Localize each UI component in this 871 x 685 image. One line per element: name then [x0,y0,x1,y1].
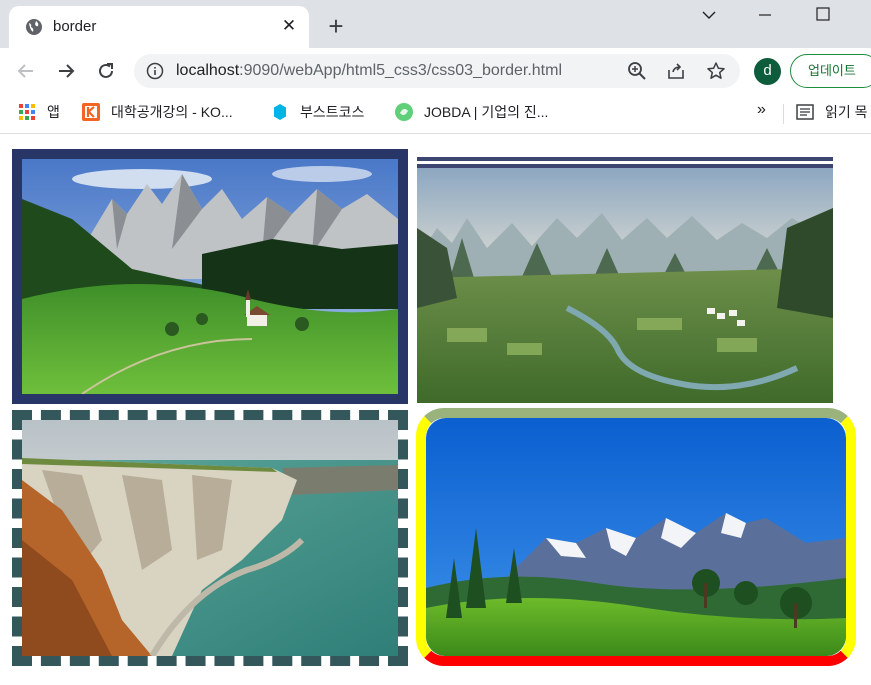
site-info-icon[interactable] [146,62,164,80]
browser-toolbar: localhost:9090/webApp/html5_css3/css03_b… [0,48,871,94]
browser-tab[interactable]: border ✕ [9,6,309,48]
dashed-border-frame [12,410,408,666]
bookmarks-more-button[interactable]: » [757,101,766,119]
snowy-mountains-photo [426,418,846,656]
tab-close-icon[interactable]: ✕ [279,16,299,36]
tab-search-chevron-icon[interactable] [694,4,724,26]
url-text[interactable]: localhost:9090/webApp/html5_css3/css03_b… [176,62,562,80]
sea-cliff-photo [22,420,398,656]
bookmark-star-icon[interactable] [706,61,726,81]
minimize-icon[interactable] [750,4,780,26]
bookmarks-bar: 앱 대학공개강의 - KO... 부스트코스 JOBDA | 기업의 진... … [0,94,871,134]
bookmark-label: JOBDA | 기업의 진... [424,104,549,120]
bookmark-label: 앱 [47,104,60,120]
bookmark-label: 부스트코스 [300,104,365,120]
rounded-frame-inner [426,418,846,656]
new-tab-button[interactable]: + [323,13,349,40]
boostcourse-icon [274,104,286,120]
maximize-icon[interactable] [808,4,838,26]
back-arrow-icon[interactable] [14,59,38,83]
update-button[interactable]: 업데이트 [790,54,871,88]
bookmark-label: 읽기 목 [825,104,868,120]
tab-title: border [53,18,97,35]
rounded-border-frame [416,408,856,666]
bookmark-label: 대학공개강의 - KO... [111,104,233,120]
apps-grid-icon [19,104,35,120]
reading-list-icon [796,104,814,120]
double-border-frame [417,157,833,403]
alpine-valley-photo [22,159,398,394]
kocw-icon [82,103,100,121]
bookmarks-divider [783,104,784,124]
globe-icon [26,19,42,35]
jobda-icon [395,103,413,121]
page-content [0,135,871,685]
reload-icon[interactable] [94,59,118,83]
share-icon[interactable] [666,61,686,81]
tab-strip: border ✕ + [0,0,871,48]
url-host: localhost [176,62,240,79]
solid-border-frame [12,149,408,404]
address-bar[interactable]: localhost:9090/webApp/html5_css3/css03_b… [134,54,740,88]
profile-avatar[interactable]: d [754,58,781,85]
forward-arrow-icon[interactable] [54,59,78,83]
zoom-icon[interactable] [627,61,647,81]
karst-mountains-photo [417,168,833,403]
url-path: :9090/webApp/html5_css3/css03_border.htm… [239,62,563,79]
